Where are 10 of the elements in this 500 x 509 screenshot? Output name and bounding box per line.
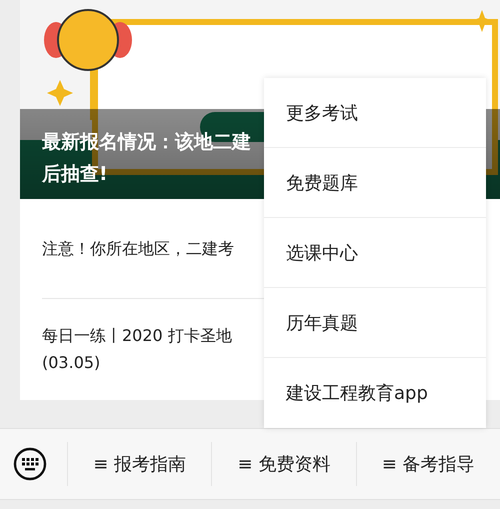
menu-item[interactable]: 建设工程教育app: [264, 358, 486, 428]
menu-button[interactable]: ≡ 报考指南: [67, 442, 212, 486]
menu-item[interactable]: 免费题库: [264, 148, 486, 218]
menu-button[interactable]: ≡ 备考指导: [356, 442, 500, 486]
menu-item[interactable]: 更多考试: [264, 78, 486, 148]
menu-button[interactable]: ≡ 免费资料: [211, 442, 356, 486]
menu-item[interactable]: 选课中心: [264, 218, 486, 288]
article-link[interactable]: 注意！你所在地区，二建考: [42, 199, 264, 298]
keyboard-icon[interactable]: [13, 447, 47, 481]
menu-item[interactable]: 历年真题: [264, 288, 486, 358]
